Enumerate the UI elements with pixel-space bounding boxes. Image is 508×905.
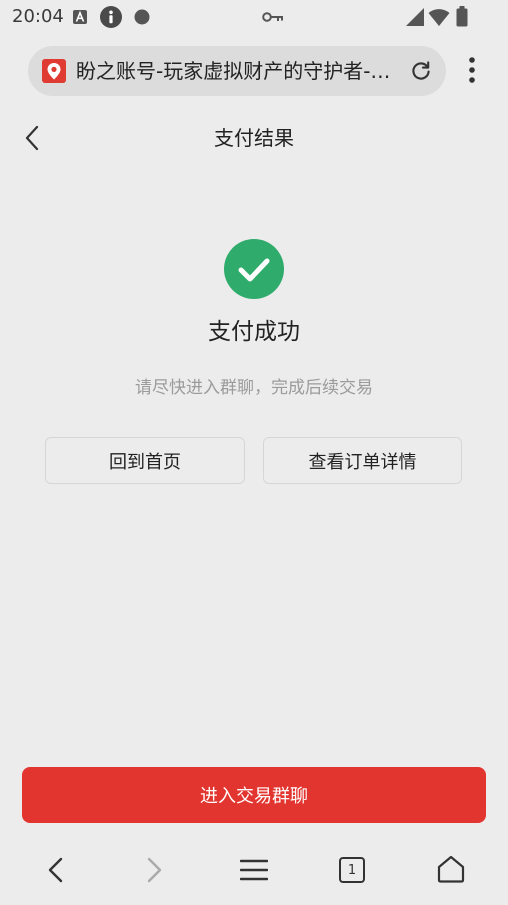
wifi-icon <box>428 8 450 26</box>
enter-group-chat-button[interactable]: 进入交易群聊 <box>22 767 486 823</box>
more-vert-icon[interactable] <box>466 56 478 86</box>
signal-icon <box>406 8 424 26</box>
page-title: 支付结果 <box>214 126 294 150</box>
tabs-icon[interactable]: 1 <box>339 857 365 883</box>
view-order-button[interactable]: 查看订单详情 <box>263 437 462 484</box>
url-bar[interactable]: 盼之账号-玩家虚拟财产的守护者-… <box>28 46 446 96</box>
a-square-icon <box>73 10 87 24</box>
info-icon <box>100 6 122 28</box>
dot-icon <box>134 9 150 25</box>
url-title[interactable]: 盼之账号-玩家虚拟财产的守护者-… <box>76 46 406 96</box>
status-time: 20:04 <box>12 6 64 27</box>
check-circle-icon <box>224 239 284 299</box>
reload-icon[interactable] <box>409 59 433 83</box>
tab-count: 1 <box>347 862 357 878</box>
forward-arrow-icon[interactable] <box>144 856 164 884</box>
favicon-pin-icon <box>42 59 66 83</box>
menu-icon[interactable] <box>240 858 268 882</box>
result-subtitle: 请尽快进入群聊，完成后续交易 <box>135 378 373 398</box>
battery-icon <box>456 6 468 27</box>
home-icon[interactable] <box>436 854 466 884</box>
result-title: 支付成功 <box>208 319 300 345</box>
back-home-button[interactable]: 回到首页 <box>45 437 245 484</box>
key-icon <box>262 11 284 23</box>
status-bar: 20:04 <box>0 0 508 34</box>
back-arrow-icon[interactable] <box>46 856 66 884</box>
